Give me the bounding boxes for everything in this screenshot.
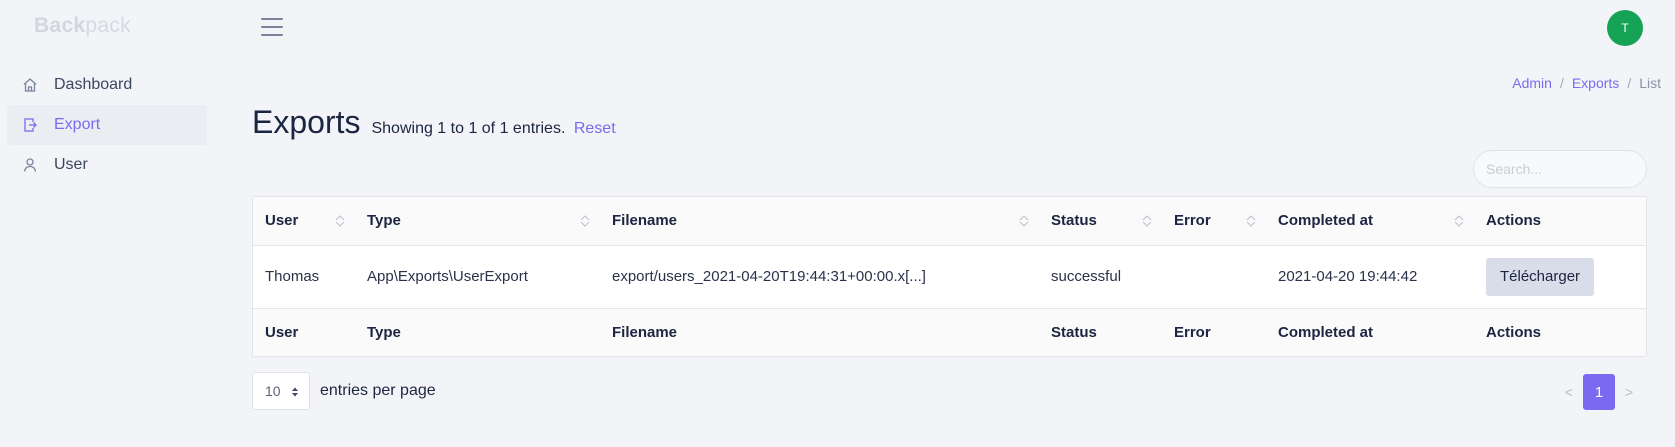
column-header-filename[interactable]: Filename bbox=[600, 197, 1039, 245]
brand-logo-rest: pack bbox=[85, 14, 131, 37]
sidebar-item-label: Dashboard bbox=[54, 76, 133, 93]
page-button-current[interactable]: 1 bbox=[1583, 374, 1615, 410]
column-footer-status: Status bbox=[1051, 323, 1097, 341]
column-header-completed-at[interactable]: Completed at bbox=[1266, 197, 1474, 245]
column-footer-user: User bbox=[265, 323, 299, 341]
export-icon bbox=[21, 116, 39, 134]
column-footer-error: Error bbox=[1174, 323, 1211, 341]
breadcrumb-separator: / bbox=[1559, 75, 1564, 91]
entries-summary: Showing 1 to 1 of 1 entries. Reset bbox=[371, 120, 615, 138]
column-footer-completed-at: Completed at bbox=[1278, 323, 1374, 341]
column-header-error[interactable]: Error bbox=[1162, 197, 1266, 245]
sidebar: Dashboard Export User bbox=[7, 65, 207, 185]
cell-actions: Télécharger bbox=[1474, 245, 1646, 308]
sort-icon bbox=[1454, 215, 1464, 227]
per-page-control: 10 entries per page bbox=[252, 372, 436, 410]
avatar[interactable]: T bbox=[1607, 10, 1643, 46]
cell-filename: export/users_2021-04-20T19:44:31+00:00.x… bbox=[612, 268, 926, 285]
sidebar-item-user[interactable]: User bbox=[7, 145, 207, 185]
sidebar-item-dashboard[interactable]: Dashboard bbox=[7, 65, 207, 105]
sort-icon bbox=[1142, 215, 1152, 227]
page-header: Exports Showing 1 to 1 of 1 entries. Res… bbox=[252, 104, 616, 141]
sort-icon bbox=[1019, 215, 1029, 227]
column-header-status[interactable]: Status bbox=[1039, 197, 1162, 245]
breadcrumb-separator: / bbox=[1627, 75, 1632, 91]
breadcrumb-current: List bbox=[1639, 75, 1661, 91]
sort-arrows-icon bbox=[292, 387, 298, 397]
sidebar-item-label: User bbox=[54, 156, 88, 173]
reset-link[interactable]: Reset bbox=[574, 120, 616, 137]
hamburger-menu-icon[interactable] bbox=[261, 18, 283, 36]
column-footer-type: Type bbox=[367, 323, 401, 341]
search-input[interactable] bbox=[1473, 150, 1647, 188]
cell-user: Thomas bbox=[265, 268, 320, 285]
cell-type: App\Exports\UserExport bbox=[367, 268, 528, 285]
column-header-actions: Actions bbox=[1486, 212, 1542, 230]
page-title: Exports bbox=[252, 104, 361, 140]
prev-page-button[interactable]: < bbox=[1555, 384, 1583, 400]
brand-logo-bold: Back bbox=[34, 14, 86, 37]
sort-icon bbox=[580, 215, 590, 227]
brand-logo[interactable]: Backpack bbox=[34, 14, 131, 38]
home-icon bbox=[21, 76, 39, 94]
sidebar-item-export[interactable]: Export bbox=[7, 105, 207, 145]
table-header-row: User Type Filename Status Error Complete… bbox=[253, 197, 1646, 245]
breadcrumb-admin-link[interactable]: Admin bbox=[1512, 75, 1552, 91]
table-footer-row: User Type Filename Status Error Complete… bbox=[253, 308, 1646, 356]
pagination: < 1 > bbox=[1555, 374, 1643, 410]
breadcrumb: Admin / Exports / List bbox=[1512, 75, 1661, 91]
download-button[interactable]: Télécharger bbox=[1486, 257, 1595, 296]
user-icon bbox=[21, 156, 39, 174]
sort-icon bbox=[1246, 215, 1256, 227]
table-row: Thomas App\Exports\UserExport export/use… bbox=[253, 245, 1646, 308]
cell-error bbox=[1162, 245, 1266, 308]
per-page-value: 10 bbox=[265, 383, 281, 399]
column-footer-filename: Filename bbox=[612, 323, 678, 341]
breadcrumb-exports-link[interactable]: Exports bbox=[1572, 75, 1619, 91]
next-page-button[interactable]: > bbox=[1615, 384, 1643, 400]
cell-status: successful bbox=[1051, 268, 1122, 285]
per-page-select[interactable]: 10 bbox=[252, 372, 310, 410]
column-header-user[interactable]: User bbox=[253, 197, 355, 245]
sidebar-item-label: Export bbox=[54, 116, 101, 133]
column-header-type[interactable]: Type bbox=[355, 197, 600, 245]
sort-icon bbox=[335, 215, 345, 227]
per-page-label: entries per page bbox=[320, 382, 436, 399]
entries-summary-text: Showing 1 to 1 of 1 entries. bbox=[371, 120, 566, 137]
column-footer-actions: Actions bbox=[1486, 323, 1542, 341]
exports-table: User Type Filename Status Error Complete… bbox=[252, 196, 1647, 357]
cell-completed-at: 2021-04-20 19:44:42 bbox=[1278, 268, 1418, 285]
